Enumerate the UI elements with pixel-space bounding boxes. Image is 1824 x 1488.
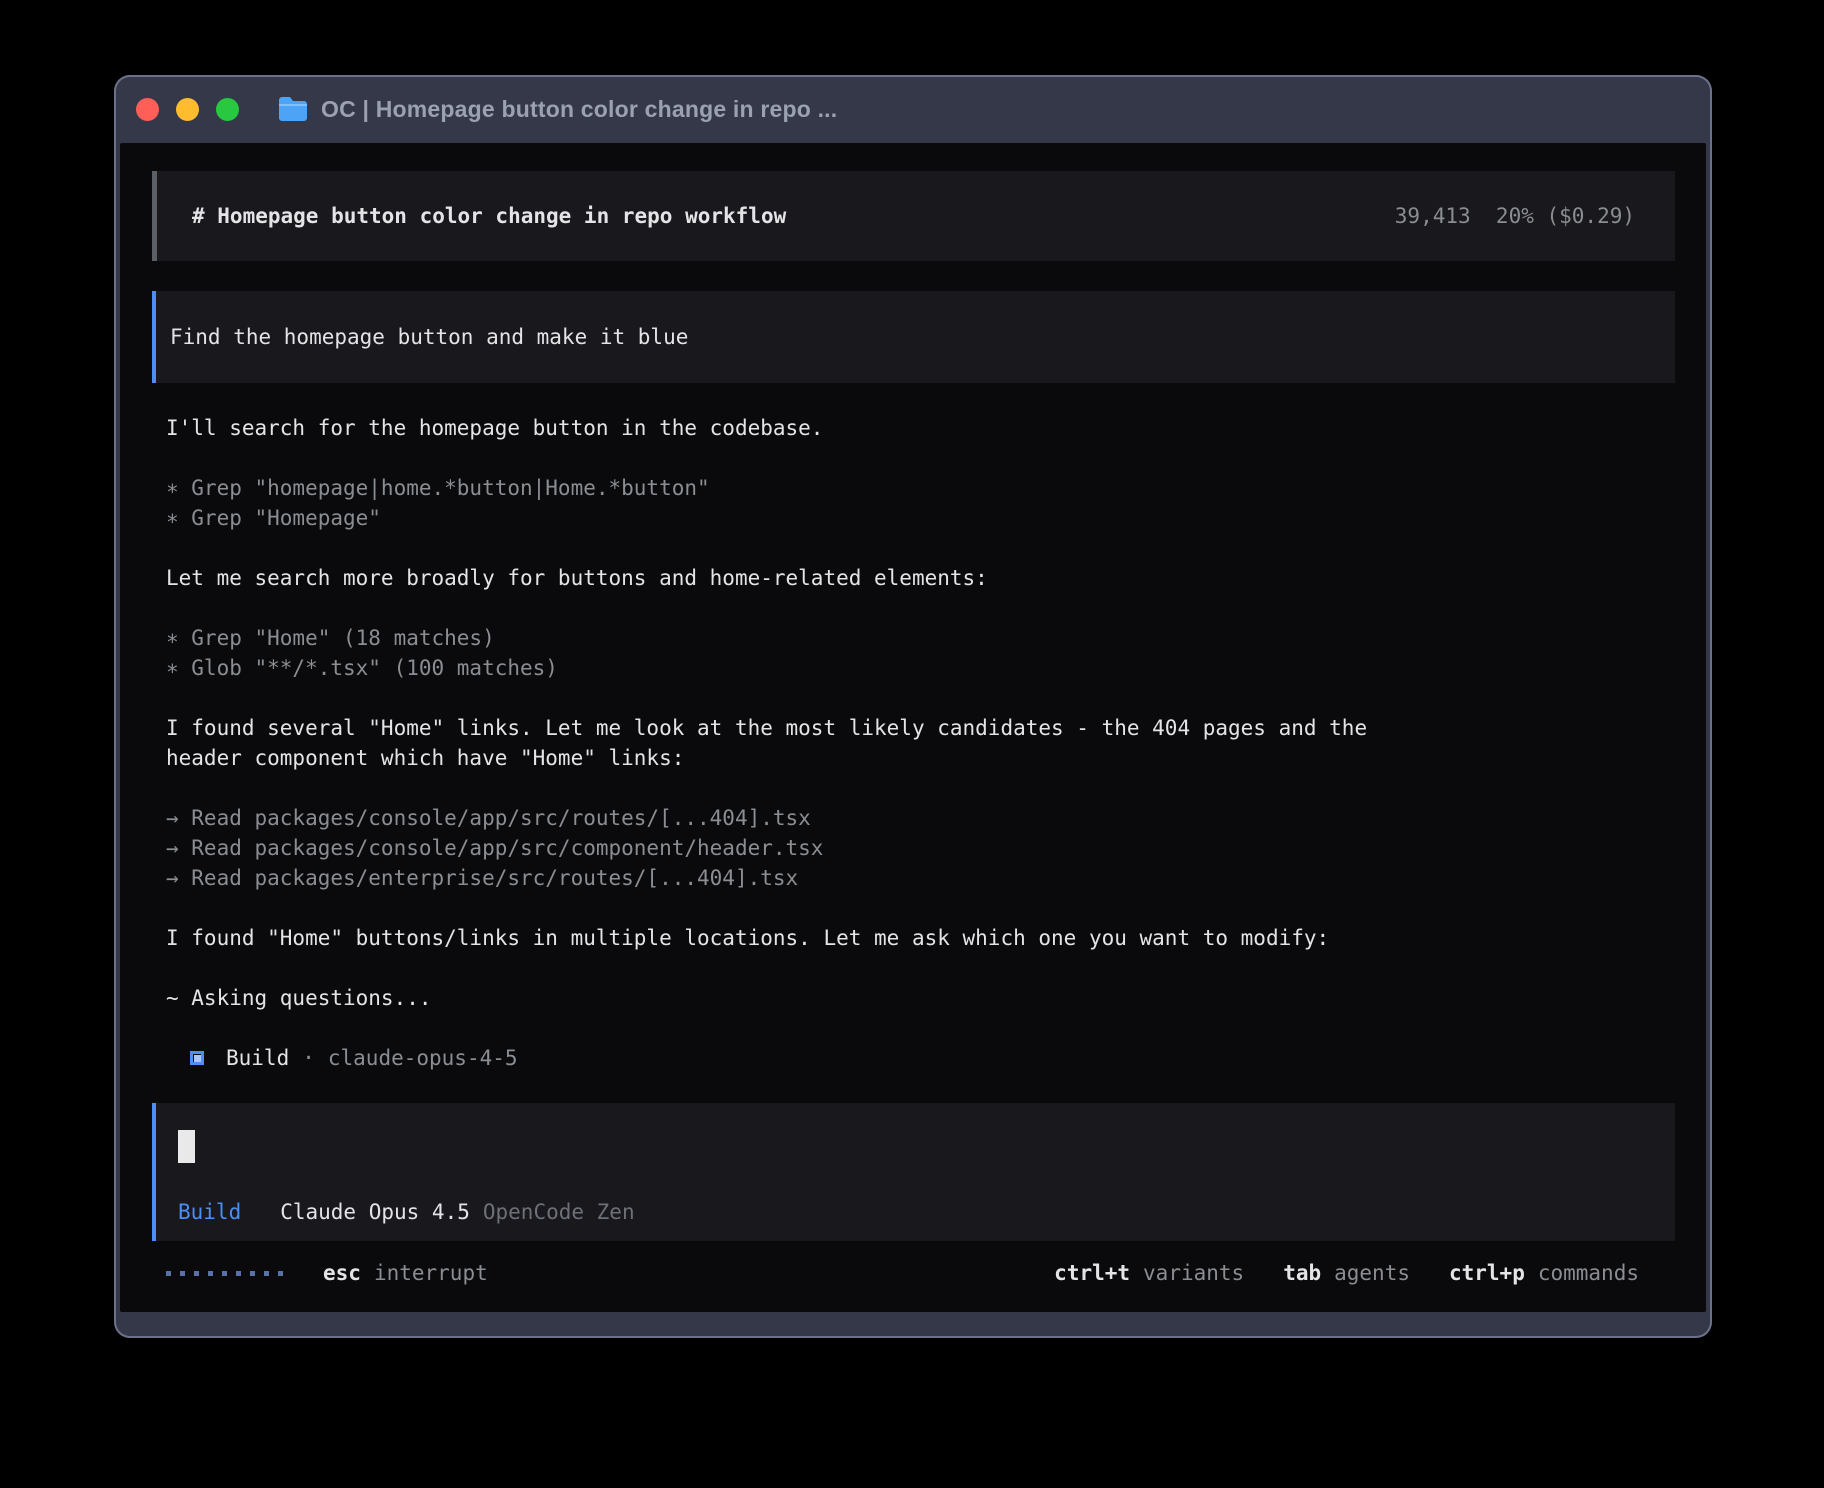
tool-call-grep: ∗ Grep "homepage|home.*button|Home.*butt… xyxy=(166,473,1675,503)
tool-call-group: ∗ Grep "Home" (18 matches) ∗ Glob "**/*.… xyxy=(166,623,1675,683)
spinner-dot xyxy=(264,1271,269,1276)
text-cursor xyxy=(178,1130,195,1163)
status-bar-right: ctrl+t variants tab agents ctrl+p comman… xyxy=(1015,1258,1639,1288)
spinner-dot xyxy=(194,1271,199,1276)
mode-label[interactable]: Build xyxy=(178,1197,241,1227)
agent-build-icon xyxy=(190,1051,204,1065)
folder-icon xyxy=(277,96,309,122)
spinner-dots xyxy=(166,1271,283,1276)
tool-call-read: → Read packages/enterprise/src/routes/[.… xyxy=(166,863,1675,893)
spinner-dot xyxy=(236,1271,241,1276)
tool-call-read: → Read packages/console/app/src/routes/[… xyxy=(166,803,1675,833)
assistant-message: I'll search for the homepage button in t… xyxy=(166,413,1416,443)
spinner-dot xyxy=(278,1271,283,1276)
shortcut-commands: ctrl+p commands xyxy=(1449,1258,1639,1288)
prompt-input[interactable]: Build Claude Opus 4.5 OpenCode Zen xyxy=(152,1103,1675,1241)
tool-call-grep: ∗ Grep "Home" (18 matches) xyxy=(166,623,1675,653)
spinner-dot xyxy=(180,1271,185,1276)
minimize-button[interactable] xyxy=(176,98,199,121)
session-header: # Homepage button color change in repo w… xyxy=(152,171,1675,261)
tool-call-glob: ∗ Glob "**/*.tsx" (100 matches) xyxy=(166,653,1675,683)
spinner-dot xyxy=(250,1271,255,1276)
traffic-lights xyxy=(130,98,239,121)
tool-call-read: → Read packages/console/app/src/componen… xyxy=(166,833,1675,863)
close-button[interactable] xyxy=(136,98,159,121)
agent-name: Build xyxy=(226,1043,289,1073)
window-titlebar: OC | Homepage button color change in rep… xyxy=(120,75,1706,143)
user-message: Find the homepage button and make it blu… xyxy=(152,291,1675,383)
assistant-message: Let me search more broadly for buttons a… xyxy=(166,563,1416,593)
status-bar-left: esc interrupt xyxy=(166,1258,488,1288)
assistant-message: I found "Home" buttons/links in multiple… xyxy=(166,923,1416,953)
provider-name: OpenCode Zen xyxy=(483,1197,635,1227)
agent-model: claude-opus-4-5 xyxy=(328,1043,518,1073)
user-message-text: Find the homepage button and make it blu… xyxy=(170,322,688,352)
esc-key-label: interrupt xyxy=(374,1258,488,1288)
tool-call-grep: ∗ Grep "Homepage" xyxy=(166,503,1675,533)
terminal-content: # Homepage button color change in repo w… xyxy=(120,143,1706,1312)
shortcut-agents: tab agents xyxy=(1283,1258,1410,1288)
tool-call-group: → Read packages/console/app/src/routes/[… xyxy=(166,803,1675,893)
separator-dot: · xyxy=(302,1043,315,1073)
terminal-window: OC | Homepage button color change in rep… xyxy=(114,75,1712,1338)
model-name: Claude Opus 4.5 xyxy=(280,1197,470,1227)
spinner-dot xyxy=(222,1271,227,1276)
esc-key-hint: esc xyxy=(323,1258,361,1288)
status-asking-questions: ~ Asking questions... xyxy=(166,983,1416,1013)
spinner-dot xyxy=(208,1271,213,1276)
model-row: Build Claude Opus 4.5 OpenCode Zen xyxy=(178,1197,1675,1227)
status-bar: esc interrupt ctrl+t variants tab agents… xyxy=(152,1258,1675,1288)
conversation-transcript: I'll search for the homepage button in t… xyxy=(166,413,1675,1073)
spinner-dot xyxy=(166,1271,171,1276)
tool-call-group: ∗ Grep "homepage|home.*button|Home.*butt… xyxy=(166,473,1675,533)
window-title: OC | Homepage button color change in rep… xyxy=(321,96,837,123)
zoom-button[interactable] xyxy=(216,98,239,121)
assistant-message: I found several "Home" links. Let me loo… xyxy=(166,713,1416,773)
agent-status-row: Build · claude-opus-4-5 xyxy=(190,1043,1675,1073)
session-stats: 39,413 20% ($0.29) xyxy=(1395,201,1635,231)
shortcut-variants: ctrl+t variants xyxy=(1054,1258,1244,1288)
session-title: # Homepage button color change in repo w… xyxy=(192,201,786,231)
